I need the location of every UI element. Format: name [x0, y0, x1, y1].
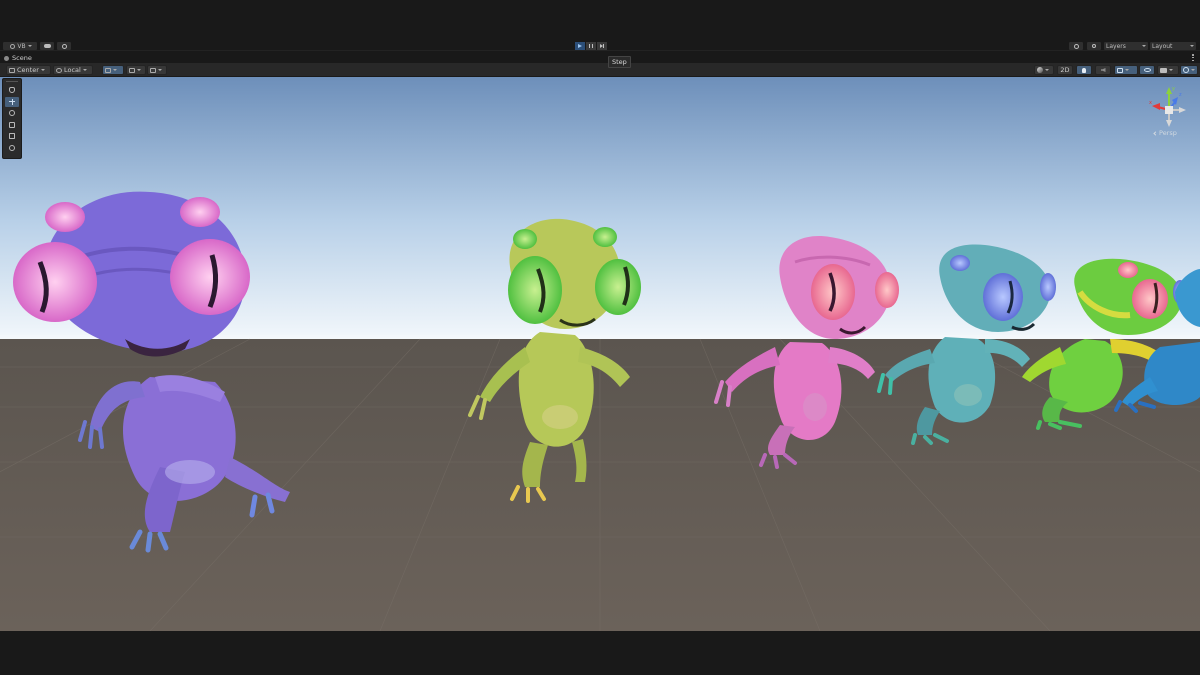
pivot-label: Center [17, 66, 39, 74]
audio-toggle-button[interactable] [1095, 65, 1111, 75]
effects-dropdown[interactable] [1114, 65, 1138, 75]
rect-transform-icon [9, 133, 15, 140]
grid-visibility-button[interactable] [126, 65, 146, 75]
view-tool-button[interactable] [5, 85, 19, 96]
chevron-left-icon [1153, 130, 1158, 136]
transform-tool-button[interactable] [5, 143, 19, 154]
account-dropdown[interactable]: VB [3, 42, 37, 50]
tool-palette [2, 78, 22, 159]
more-options-icon[interactable] [1192, 54, 1194, 61]
layers-dropdown[interactable]: Layers [1104, 42, 1148, 50]
palette-grip[interactable] [6, 81, 18, 84]
playmode-controls [575, 42, 607, 50]
layers-label: Layers [1106, 42, 1126, 50]
snap-icon [150, 67, 156, 73]
projection-label: Persp [1159, 129, 1177, 137]
play-button[interactable] [575, 42, 585, 50]
effects-icon [1117, 67, 1123, 73]
gizmo-z-label: z [1179, 92, 1182, 98]
chevron-down-icon [1045, 69, 1049, 71]
search-button[interactable] [1087, 42, 1101, 50]
move-tool-button[interactable] [5, 96, 19, 107]
gizmo-neg-y-cone[interactable] [1166, 120, 1172, 127]
lightbulb-icon [1082, 67, 1086, 73]
gizmo-x-label: x [1149, 100, 1152, 106]
transform-icon [9, 144, 15, 151]
layout-dropdown[interactable]: Layout [1150, 42, 1196, 50]
play-icon [578, 44, 582, 48]
chevron-down-icon [113, 69, 117, 71]
step-icon [599, 44, 605, 48]
gizmo-neg-x-cone[interactable] [1179, 107, 1186, 113]
chevron-down-icon [27, 45, 32, 47]
chevron-down-icon [137, 69, 141, 71]
chevron-down-icon [158, 69, 162, 71]
pause-button[interactable] [586, 42, 596, 50]
scene-toolbar: Center Local 2D [0, 63, 1200, 77]
space-label: Local [64, 66, 81, 74]
collab-button[interactable] [57, 42, 71, 50]
hand-icon [9, 87, 15, 94]
grid-plane-icon [129, 67, 135, 73]
scene-icon [4, 55, 9, 61]
lighting-toggle-button[interactable] [1076, 65, 1092, 75]
draw-mode-dropdown[interactable] [1034, 65, 1054, 75]
history-icon [1073, 43, 1079, 49]
account-label: VB [17, 42, 26, 50]
step-tooltip: Step [608, 56, 631, 68]
chevron-down-icon [1125, 69, 1129, 71]
tab-scene[interactable]: Scene [2, 53, 36, 63]
collab-icon [61, 43, 67, 49]
pause-icon [589, 44, 593, 48]
scale-icon [9, 121, 15, 128]
pivot-mode-dropdown[interactable]: Center [6, 65, 51, 75]
scene-tab-bar: Scene [0, 52, 1200, 63]
gizmo-globe-icon [1183, 67, 1189, 73]
gizmo-y-label: y [1172, 86, 1175, 92]
layout-label: Layout [1152, 42, 1173, 50]
grid-snapping-button[interactable] [102, 65, 124, 75]
tab-scene-label: Scene [12, 54, 32, 62]
scene-viewport[interactable] [0, 77, 1200, 631]
cloud-button[interactable] [40, 42, 54, 50]
rotate-tool-button[interactable] [5, 108, 19, 119]
toggle-2d-label: 2D [1060, 66, 1070, 74]
rect-tool-button[interactable] [5, 131, 19, 142]
step-button[interactable] [597, 42, 607, 50]
hidden-objects-toggle[interactable] [1139, 65, 1155, 75]
main-toolbar: VB Layers Layout [0, 41, 1200, 51]
move-icon [9, 98, 15, 105]
letterbox-top [0, 0, 1200, 41]
grid-icon [105, 67, 111, 73]
pivot-space-dropdown[interactable]: Local [53, 65, 93, 75]
speaker-muted-icon [1100, 68, 1106, 72]
chevron-down-icon [1190, 45, 1194, 47]
shading-sphere-icon [1037, 67, 1043, 73]
gizmo-center-cube[interactable] [1165, 106, 1173, 114]
letterbox-bottom [0, 631, 1200, 675]
scale-tool-button[interactable] [5, 120, 19, 131]
gizmo-x-cone[interactable] [1152, 103, 1160, 110]
pivot-icon [9, 67, 15, 73]
toggle-2d-button[interactable]: 2D [1057, 65, 1073, 75]
chevron-down-icon [82, 69, 87, 71]
history-button[interactable] [1069, 42, 1083, 50]
increment-snap-button[interactable] [147, 65, 167, 75]
projection-toggle[interactable]: Persp [1153, 129, 1177, 137]
chevron-down-icon [40, 69, 45, 71]
scene-render [0, 77, 1200, 631]
gizmos-dropdown[interactable] [1180, 65, 1198, 75]
chevron-down-icon [1142, 45, 1146, 47]
camera-icon [1160, 67, 1167, 73]
eye-icon [1143, 68, 1151, 72]
cloud-icon [43, 44, 51, 48]
camera-settings-dropdown[interactable] [1157, 65, 1179, 75]
local-space-icon [56, 67, 62, 73]
chevron-down-icon [1191, 69, 1195, 71]
search-icon [1092, 44, 1096, 48]
rotate-icon [9, 110, 15, 117]
chevron-down-icon [1169, 69, 1173, 71]
